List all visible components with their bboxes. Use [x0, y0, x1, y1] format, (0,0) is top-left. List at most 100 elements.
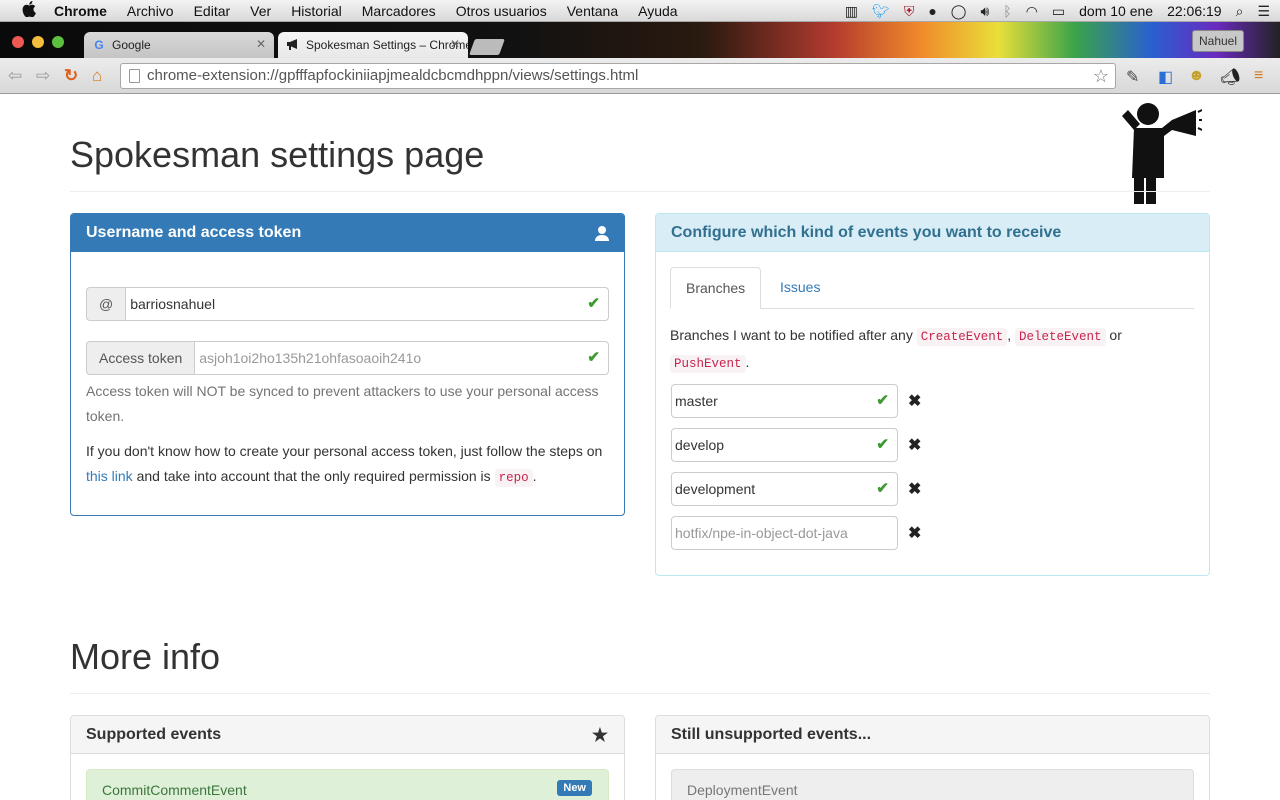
macos-menubar: Chrome Archivo Editar Ver Historial Marc…: [0, 0, 1280, 22]
tab-google[interactable]: G Google ✕: [84, 32, 274, 58]
zoom-window-button[interactable]: [52, 36, 64, 48]
home-icon[interactable]: ⌂: [92, 66, 102, 86]
page-title: Spokesman settings page: [70, 134, 485, 175]
events-tabs: Branches Issues: [670, 267, 1194, 309]
divider: [70, 693, 1210, 694]
checkmark-icon: ✔: [587, 349, 600, 366]
unsupported-event-item: DeploymentEvent: [671, 769, 1194, 800]
token-help-link[interactable]: this link: [86, 468, 133, 484]
apple-menu-icon[interactable]: [20, 0, 38, 21]
checkmark-icon: ✔: [876, 392, 889, 409]
blue-extension-icon[interactable]: ◧: [1158, 67, 1173, 87]
remove-branch-icon[interactable]: ✖: [908, 435, 921, 455]
spokesman-mascot-icon: [1122, 103, 1202, 204]
chrome-menu-icon[interactable]: ≡: [1254, 67, 1263, 85]
new-branch-input[interactable]: hotfix/npe-in-object-dot-java: [671, 516, 898, 550]
profile-button[interactable]: Nahuel: [1192, 30, 1244, 52]
checkmark-icon: ✔: [876, 436, 889, 453]
menu-otros-usuarios[interactable]: Otros usuarios: [456, 3, 547, 19]
token-help-text: Access token will NOT be synced to preve…: [86, 383, 599, 424]
evernote-icon[interactable]: ●: [928, 3, 936, 19]
notification-center-icon[interactable]: ☰: [1257, 3, 1270, 20]
twitter-icon[interactable]: 🐦︎: [872, 3, 890, 20]
token-input-group: Access token asjoh1oi2ho135h21ohfasoaoih…: [86, 341, 609, 375]
desc-separator: ,: [1007, 327, 1012, 343]
branch-input-develop[interactable]: develop ✔: [671, 428, 898, 462]
volume-icon[interactable]: 🔊︎: [980, 3, 989, 20]
tab-issues[interactable]: Issues: [765, 267, 835, 309]
desc-separator: or: [1105, 327, 1122, 343]
panel-heading: Still unsupported events...: [656, 716, 1209, 754]
pen-extension-icon[interactable]: ✎: [1126, 67, 1139, 87]
close-tab-icon[interactable]: ✕: [256, 37, 266, 51]
remove-branch-icon[interactable]: ✖: [908, 391, 921, 411]
info-prefix: If you don't know how to create your per…: [86, 443, 603, 459]
reload-icon[interactable]: ↻: [64, 66, 78, 86]
branch-placeholder: hotfix/npe-in-object-dot-java: [675, 525, 848, 541]
address-bar[interactable]: chrome-extension://gpfffapfockiniiapjmea…: [120, 63, 1116, 89]
activity-icon[interactable]: ▥: [845, 3, 858, 20]
new-badge: New: [557, 780, 592, 796]
bookmark-star-icon[interactable]: ☆: [1093, 64, 1109, 88]
close-tab-icon[interactable]: ✕: [450, 37, 460, 51]
menu-marcadores[interactable]: Marcadores: [362, 3, 436, 19]
face-extension-icon[interactable]: ☻: [1188, 67, 1205, 85]
desc-separator: .: [745, 354, 750, 370]
username-input-group: @ barriosnahuel ✔: [86, 287, 609, 321]
menu-ventana[interactable]: Ventana: [567, 3, 618, 19]
megaphone-favicon-icon: [286, 38, 300, 52]
tab-title: Google: [112, 38, 151, 52]
tab-spokesman-settings[interactable]: Spokesman Settings – Chrome ✕: [278, 32, 468, 58]
menu-chrome[interactable]: Chrome: [54, 3, 107, 19]
new-tab-button[interactable]: [469, 39, 505, 55]
checkmark-icon: ✔: [587, 295, 600, 312]
shield-icon[interactable]: ⛨: [904, 3, 915, 20]
search-icon[interactable]: ⌕: [1236, 3, 1244, 20]
branches-description: Branches I want to be notified after any…: [670, 323, 1200, 377]
browser-toolbar: ⇦ ⇨ ↻ ⌂ chrome-extension://gpfffapfockin…: [0, 58, 1280, 94]
event-name: CommitCommentEvent: [102, 782, 247, 798]
supported-event-item[interactable]: CommitCommentEvent New: [86, 769, 609, 800]
forward-arrow-icon[interactable]: ⇨: [36, 66, 50, 86]
page-icon: [129, 69, 140, 83]
address-url[interactable]: chrome-extension://gpfffapfockiniiapjmea…: [147, 67, 638, 84]
access-token-input[interactable]: asjoh1oi2ho135h21ohfasoaoih241o ✔: [194, 341, 609, 375]
menu-archivo[interactable]: Archivo: [127, 3, 174, 19]
panel-heading-title: Username and access token: [86, 224, 302, 241]
branch-value: development: [675, 481, 756, 497]
chat-icon[interactable]: ◯: [951, 3, 967, 20]
menu-ayuda[interactable]: Ayuda: [638, 3, 677, 19]
minimize-window-button[interactable]: [32, 36, 44, 48]
info-suffix: .: [532, 468, 537, 484]
panel-heading: Configure which kind of events you want …: [656, 214, 1209, 252]
checkmark-icon: ✔: [876, 480, 889, 497]
access-token-placeholder: asjoh1oi2ho135h21ohfasoaoih241o: [199, 350, 422, 366]
tab-strip: G Google ✕ Spokesman Settings – Chrome ✕: [0, 22, 1280, 58]
at-addon: @: [86, 287, 126, 321]
close-window-button[interactable]: [12, 36, 24, 48]
access-token-addon: Access token: [86, 341, 195, 375]
menubar-date[interactable]: dom 10 ene: [1079, 3, 1153, 19]
token-info-text: If you don't know how to create your per…: [86, 439, 616, 491]
remove-branch-icon[interactable]: ✖: [908, 479, 921, 499]
tab-branches[interactable]: Branches: [670, 267, 762, 309]
wifi-icon[interactable]: ◠: [1026, 3, 1038, 20]
remove-branch-icon[interactable]: ✖: [908, 523, 921, 543]
branch-input-development[interactable]: development ✔: [671, 472, 898, 506]
megaphone-extension-icon[interactable]: 📣︎: [1220, 67, 1240, 87]
info-middle: and take into account that the only requ…: [132, 468, 495, 484]
menu-editar[interactable]: Editar: [194, 3, 231, 19]
divider: [70, 191, 1210, 192]
user-icon: [594, 214, 610, 252]
menubar-time[interactable]: 22:06:19: [1167, 3, 1222, 19]
username-input[interactable]: barriosnahuel ✔: [125, 287, 609, 321]
repo-permission-code: repo: [494, 469, 533, 487]
bluetooth-icon[interactable]: ᛒ: [1003, 3, 1011, 19]
back-arrow-icon[interactable]: ⇦: [8, 66, 22, 86]
menu-historial[interactable]: Historial: [291, 3, 342, 19]
menu-ver[interactable]: Ver: [250, 3, 271, 19]
delete-event-code: DeleteEvent: [1015, 328, 1106, 346]
tab-title: Spokesman Settings – Chrome: [306, 38, 468, 52]
branch-input-master[interactable]: master ✔: [671, 384, 898, 418]
battery-icon[interactable]: ▭: [1052, 3, 1065, 20]
